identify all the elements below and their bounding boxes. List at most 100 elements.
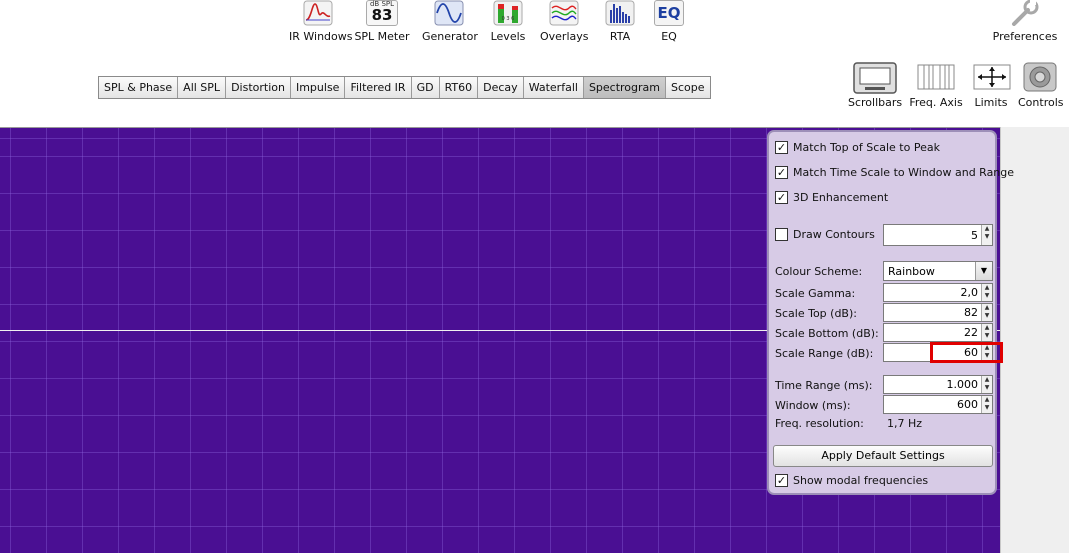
limits-icon <box>972 62 1012 92</box>
svg-text:0 3 6: 0 3 6 <box>502 16 515 22</box>
time-range-arrows[interactable]: ▲ ▼ <box>981 376 992 393</box>
controls-label: Controls <box>1018 96 1064 109</box>
draw-contours-arrows[interactable]: ▲ ▼ <box>981 225 992 245</box>
tab-spectrogram[interactable]: Spectrogram <box>583 77 667 98</box>
scrollbars-label: Scrollbars <box>848 96 903 109</box>
scrollbars-icon <box>853 62 897 94</box>
spin-up-icon[interactable]: ▲ <box>982 284 992 292</box>
apply-default-settings-button[interactable]: Apply Default Settings <box>773 445 993 467</box>
highlight-box <box>930 342 1003 363</box>
levels-label: Levels <box>490 30 526 43</box>
spin-down-icon[interactable]: ▼ <box>982 384 992 392</box>
freq-resolution-label: Freq. resolution: <box>775 417 864 430</box>
overlays-icon <box>540 0 588 26</box>
ir-windows-icon <box>289 0 347 26</box>
overlays-label: Overlays <box>540 30 589 43</box>
eq-label: EQ <box>661 30 677 43</box>
graph-side-strip <box>1000 127 1069 553</box>
tab-spl-phase[interactable]: SPL & Phase <box>99 77 179 98</box>
colour-scheme-label: Colour Scheme: <box>775 265 863 278</box>
chevron-down-icon[interactable]: ▼ <box>975 262 992 280</box>
enhancement-3d-checkbox[interactable]: ✓ <box>775 191 788 204</box>
tab-rt60[interactable]: RT60 <box>439 77 479 98</box>
ir-windows-tool[interactable]: IR Windows <box>289 0 353 43</box>
match-top-label: Match Top of Scale to Peak <box>793 141 940 154</box>
rta-icon <box>604 0 636 26</box>
scrollbars-tool[interactable]: Scrollbars <box>848 62 903 109</box>
scale-gamma-arrows[interactable]: ▲ ▼ <box>981 284 992 301</box>
ir-windows-label: IR Windows <box>289 30 353 43</box>
spin-down-icon[interactable]: ▼ <box>982 404 992 412</box>
preferences-tool[interactable]: Preferences <box>992 0 1058 43</box>
tab-decay[interactable]: Decay <box>478 77 524 98</box>
scale-gamma-spinner[interactable]: 2,0 ▲ ▼ <box>883 283 993 302</box>
draw-contours-checkbox[interactable] <box>775 228 788 241</box>
freq-axis-label: Freq. Axis <box>909 96 963 109</box>
preferences-label: Preferences <box>992 30 1058 43</box>
match-time-label: Match Time Scale to Window and Range <box>793 166 1015 179</box>
generator-label: Generator <box>422 30 478 43</box>
colour-scheme-value: Rainbow <box>888 265 935 278</box>
scale-top-value: 82 <box>964 306 978 319</box>
scale-bottom-arrows[interactable]: ▲ ▼ <box>981 324 992 341</box>
match-time-checkbox[interactable]: ✓ <box>775 166 788 179</box>
spin-up-icon[interactable]: ▲ <box>982 225 992 233</box>
tab-filtered-ir[interactable]: Filtered IR <box>345 77 412 98</box>
spectrogram-controls-panel: ✓ Match Top of Scale to Peak ✓ Match Tim… <box>767 130 1014 495</box>
eq-tool[interactable]: EQ EQ <box>653 0 685 43</box>
wrench-icon <box>992 0 1058 26</box>
tab-scope[interactable]: Scope <box>666 77 710 98</box>
scale-gamma-value: 2,0 <box>960 286 979 299</box>
window-arrows[interactable]: ▲ ▼ <box>981 396 992 413</box>
scale-bottom-spinner[interactable]: 22 ▲ ▼ <box>883 323 993 342</box>
show-modal-checkbox[interactable]: ✓ <box>775 474 788 487</box>
spl-meter-label: SPL Meter <box>354 30 410 43</box>
spin-down-icon[interactable]: ▼ <box>982 312 992 320</box>
tab-waterfall[interactable]: Waterfall <box>523 77 584 98</box>
spin-down-icon[interactable]: ▼ <box>982 332 992 340</box>
rew-window: IR Windows dB SPL 83 SPL Meter Generator… <box>0 0 1069 553</box>
levels-tool[interactable]: 0 3 6 Levels <box>489 0 527 43</box>
time-range-value: 1.000 <box>946 378 979 391</box>
graph-tabs: SPL & Phase All SPL Distortion Impulse F… <box>98 76 711 99</box>
tab-impulse[interactable]: Impulse <box>290 77 346 98</box>
scale-bottom-label: Scale Bottom (dB): <box>775 327 879 340</box>
spl-meter-value: 83 <box>371 6 393 24</box>
spin-up-icon[interactable]: ▲ <box>982 376 992 384</box>
window-spinner[interactable]: 600 ▲ ▼ <box>883 395 993 414</box>
eq-icon-text: EQ <box>654 0 684 26</box>
draw-contours-label: Draw Contours <box>793 228 875 241</box>
overlays-tool[interactable]: Overlays <box>540 0 589 43</box>
spl-meter-icon: dB SPL 83 <box>354 0 410 26</box>
tab-all-spl[interactable]: All SPL <box>178 77 227 98</box>
rta-label: RTA <box>609 30 631 43</box>
freq-axis-tool[interactable]: Freq. Axis <box>909 62 963 109</box>
spin-up-icon[interactable]: ▲ <box>982 324 992 332</box>
spl-meter-tool[interactable]: dB SPL 83 SPL Meter <box>354 0 410 43</box>
tab-gd[interactable]: GD <box>411 77 440 98</box>
tab-distortion[interactable]: Distortion <box>226 77 291 98</box>
show-modal-label: Show modal frequencies <box>793 474 929 487</box>
controls-tool[interactable]: Controls <box>1018 62 1064 109</box>
generator-icon <box>422 0 476 26</box>
spin-down-icon[interactable]: ▼ <box>982 292 992 300</box>
draw-contours-spinner[interactable]: 5 ▲ ▼ <box>883 224 993 246</box>
draw-contours-value: 5 <box>971 229 978 242</box>
spin-up-icon[interactable]: ▲ <box>982 396 992 404</box>
scale-top-arrows[interactable]: ▲ ▼ <box>981 304 992 321</box>
colour-scheme-select[interactable]: Rainbow ▼ <box>883 261 993 281</box>
spin-down-icon[interactable]: ▼ <box>982 233 992 241</box>
freq-resolution-value: 1,7 Hz <box>887 417 923 430</box>
generator-tool[interactable]: Generator <box>422 0 478 43</box>
time-range-label: Time Range (ms): <box>775 379 873 392</box>
spin-up-icon[interactable]: ▲ <box>982 304 992 312</box>
scale-bottom-value: 22 <box>964 326 978 339</box>
time-range-spinner[interactable]: 1.000 ▲ ▼ <box>883 375 993 394</box>
scale-top-spinner[interactable]: 82 ▲ ▼ <box>883 303 993 322</box>
limits-tool[interactable]: Limits <box>972 62 1012 109</box>
limits-label: Limits <box>974 96 1008 109</box>
window-label: Window (ms): <box>775 399 851 412</box>
rta-tool[interactable]: RTA <box>604 0 636 43</box>
scale-gamma-label: Scale Gamma: <box>775 287 856 300</box>
match-top-checkbox[interactable]: ✓ <box>775 141 788 154</box>
